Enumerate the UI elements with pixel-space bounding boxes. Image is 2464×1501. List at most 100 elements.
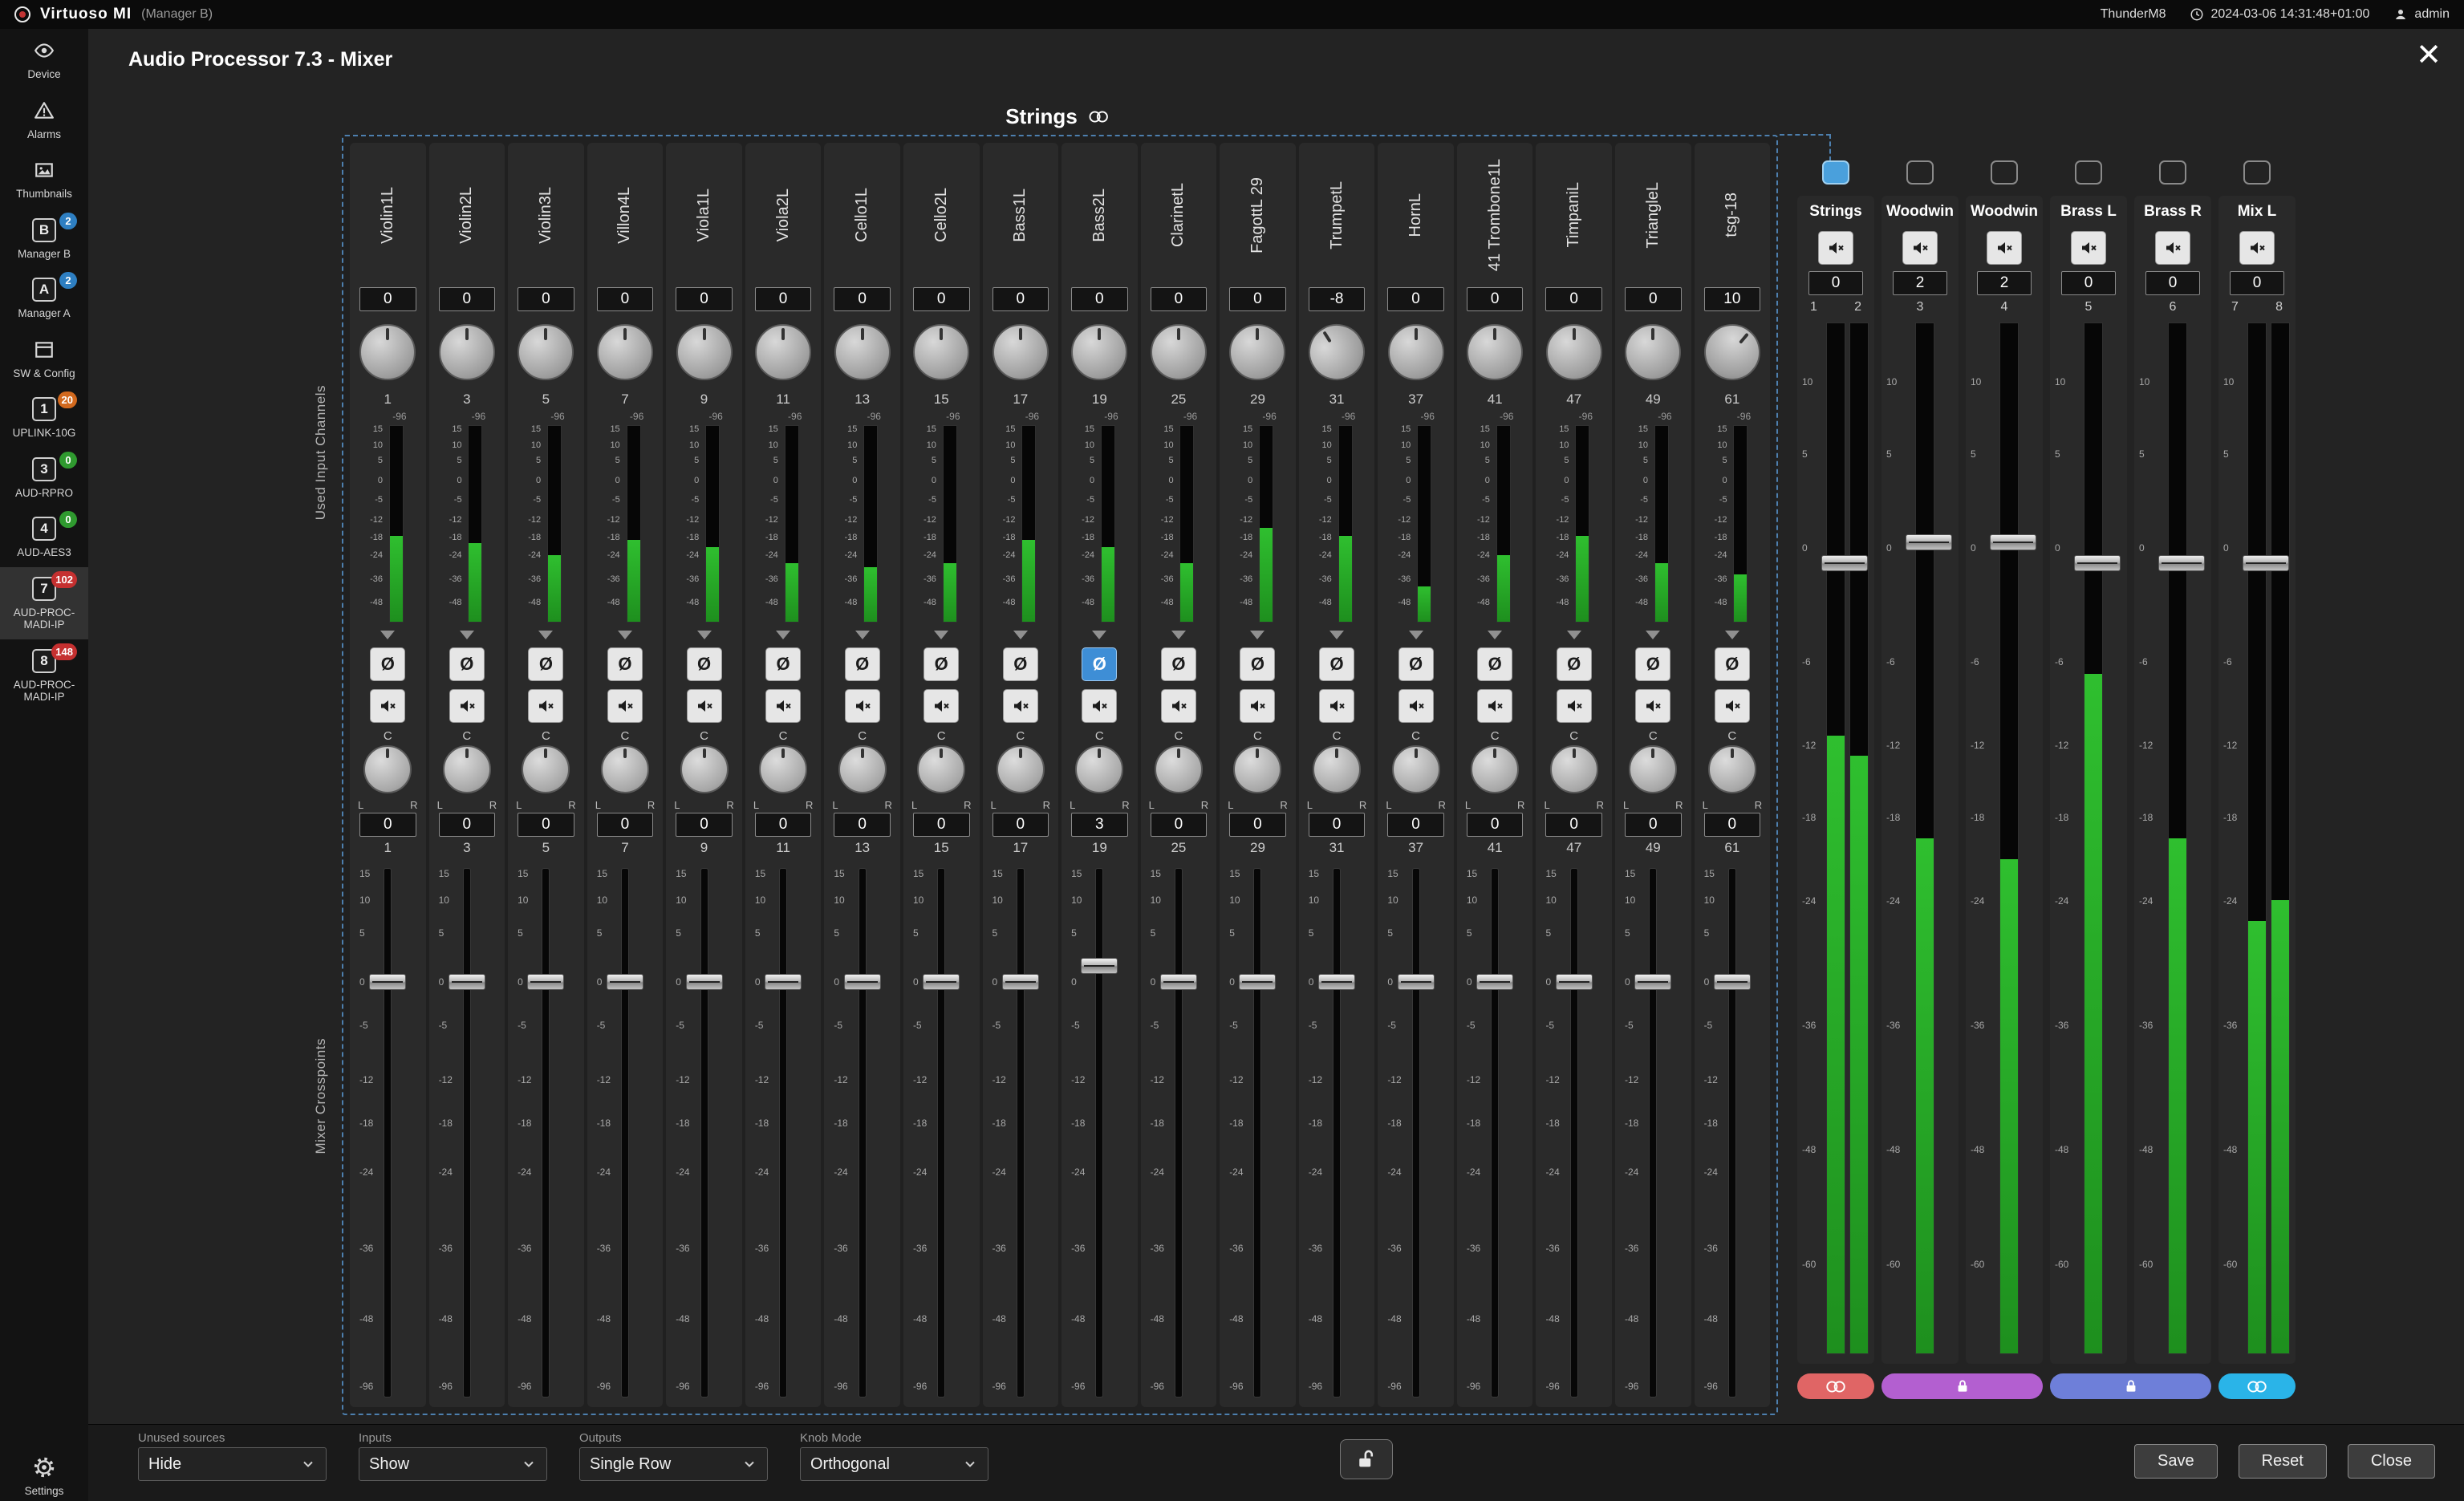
gain-knob[interactable]	[747, 316, 820, 388]
pan-knob[interactable]	[1629, 745, 1677, 793]
phase-button[interactable]: Ø	[1161, 647, 1196, 681]
gain-value[interactable]: 10	[1704, 287, 1761, 311]
gain-value[interactable]: 0	[597, 287, 654, 311]
crosspoint-gain-value[interactable]: 0	[993, 813, 1049, 837]
phase-button[interactable]: Ø	[449, 647, 485, 681]
crosspoint-fader[interactable]: 151050-5-12-18-24-36-48-96	[668, 862, 741, 1406]
gain-knob[interactable]	[1459, 316, 1532, 388]
stereo-link-pill[interactable]	[1797, 1373, 1874, 1399]
sidebar-item-manager-b[interactable]: B2Manager B	[0, 209, 88, 269]
crosspoint-fader[interactable]: 151050-5-12-18-24-36-48-96	[747, 862, 820, 1406]
fader-handle[interactable]	[765, 974, 802, 990]
sidebar-item-manager-a[interactable]: A2Manager A	[0, 268, 88, 328]
gain-knob[interactable]	[1537, 316, 1610, 388]
output-select-checkbox[interactable]	[1991, 160, 2018, 185]
phase-button[interactable]: Ø	[1477, 647, 1512, 681]
gain-knob[interactable]	[905, 316, 978, 388]
gain-value[interactable]: 0	[993, 287, 1049, 311]
crosspoint-fader[interactable]: 151050-5-12-18-24-36-48-96	[1301, 862, 1374, 1406]
gain-knob[interactable]	[431, 316, 504, 388]
fader-handle[interactable]	[1398, 974, 1435, 990]
fader-handle[interactable]	[607, 974, 643, 990]
mute-button[interactable]	[765, 689, 801, 723]
fader-handle[interactable]	[686, 974, 723, 990]
gain-knob[interactable]	[1301, 316, 1374, 388]
pan-knob[interactable]	[997, 745, 1045, 793]
mute-button[interactable]	[528, 689, 563, 723]
phase-button[interactable]: Ø	[1319, 647, 1354, 681]
gain-knob[interactable]	[984, 316, 1057, 388]
phase-button[interactable]: Ø	[765, 647, 801, 681]
phase-button[interactable]: Ø	[1003, 647, 1038, 681]
gain-value[interactable]: 0	[676, 287, 733, 311]
pan-knob[interactable]	[1471, 745, 1519, 793]
mute-button[interactable]	[1902, 231, 1938, 265]
pan-knob[interactable]	[1313, 745, 1361, 793]
crosspoint-fader[interactable]: 151050-5-12-18-24-36-48-96	[1537, 862, 1610, 1406]
gain-knob[interactable]	[351, 316, 424, 388]
phase-button[interactable]: Ø	[1398, 647, 1434, 681]
mute-button[interactable]	[1240, 689, 1275, 723]
crosspoint-gain-value[interactable]: 0	[913, 813, 970, 837]
crosspoint-fader[interactable]: 151050-5-12-18-24-36-48-96	[1696, 862, 1769, 1406]
pan-knob[interactable]	[1550, 745, 1598, 793]
mute-button[interactable]	[1477, 689, 1512, 723]
crosspoint-gain-value[interactable]: 0	[439, 813, 496, 837]
fader-handle[interactable]	[1821, 555, 1868, 571]
dropdown-knob-mode[interactable]: Orthogonal	[800, 1447, 988, 1481]
sidebar-item-aud-rpro[interactable]: 30AUD-RPRO	[0, 448, 88, 508]
sidebar-item-device[interactable]: Device	[0, 29, 88, 89]
gain-knob[interactable]	[1617, 316, 1690, 388]
sidebar-item-aud-proc-madi-ip[interactable]: 8148AUD-PROC-MADI-IP	[0, 639, 88, 712]
crosspoint-gain-value[interactable]: 0	[1151, 813, 1208, 837]
mute-button[interactable]	[370, 689, 405, 723]
mute-button[interactable]	[923, 689, 959, 723]
fader-handle[interactable]	[1906, 534, 1952, 550]
pan-knob[interactable]	[1155, 745, 1203, 793]
fader-handle[interactable]	[1318, 974, 1355, 990]
dropdown-inputs[interactable]: Show	[359, 1447, 547, 1481]
sidebar-item-aud-proc-madi-ip[interactable]: 7102AUD-PROC-MADI-IP	[0, 567, 88, 639]
crosspoint-gain-value[interactable]: 0	[1545, 813, 1602, 837]
fader-handle[interactable]	[449, 974, 485, 990]
pan-knob[interactable]	[1392, 745, 1440, 793]
mute-button[interactable]	[607, 689, 643, 723]
gain-knob[interactable]	[668, 316, 741, 388]
fader-handle[interactable]	[1990, 534, 2036, 550]
phase-button[interactable]: Ø	[1557, 647, 1592, 681]
gain-value[interactable]: 0	[755, 287, 812, 311]
phase-button[interactable]: Ø	[1082, 647, 1117, 681]
phase-button[interactable]: Ø	[1635, 647, 1670, 681]
crosspoint-fader[interactable]: 151050-5-12-18-24-36-48-96	[1221, 862, 1294, 1406]
mute-button[interactable]	[1161, 689, 1196, 723]
gain-value[interactable]: 0	[1387, 287, 1444, 311]
mute-button[interactable]	[1557, 689, 1592, 723]
mute-button[interactable]	[1635, 689, 1670, 723]
crosspoint-gain-value[interactable]: 0	[518, 813, 574, 837]
mute-button[interactable]	[687, 689, 722, 723]
crosspoint-gain-value[interactable]: 0	[676, 813, 733, 837]
crosspoint-gain-value[interactable]: 0	[834, 813, 891, 837]
dropdown-outputs[interactable]: Single Row	[579, 1447, 768, 1481]
crosspoint-fader[interactable]: 151050-5-12-18-24-36-48-96	[509, 862, 583, 1406]
fader-handle[interactable]	[923, 974, 960, 990]
crosspoint-fader[interactable]: 151050-5-12-18-24-36-48-96	[984, 862, 1057, 1406]
gain-knob[interactable]	[1063, 316, 1136, 388]
crosspoint-gain-value[interactable]: 0	[755, 813, 812, 837]
mute-button[interactable]	[1319, 689, 1354, 723]
crosspoint-gain-value[interactable]: 0	[1625, 813, 1682, 837]
user-menu[interactable]: admin	[2393, 7, 2450, 22]
mute-button[interactable]	[1987, 231, 2022, 265]
mute-button[interactable]	[1818, 231, 1853, 265]
fader-handle[interactable]	[1002, 974, 1039, 990]
gain-value[interactable]: 0	[913, 287, 970, 311]
dropdown-unused-sources[interactable]: Hide	[138, 1447, 327, 1481]
fader-handle[interactable]	[1081, 958, 1118, 974]
pan-knob[interactable]	[917, 745, 965, 793]
output-select-checkbox[interactable]	[1822, 160, 1849, 185]
crosspoint-gain-value[interactable]: 3	[1071, 813, 1128, 837]
phase-button[interactable]: Ø	[528, 647, 563, 681]
output-gain-value[interactable]: 0	[1808, 271, 1863, 295]
pan-knob[interactable]	[363, 745, 412, 793]
pan-knob[interactable]	[601, 745, 649, 793]
